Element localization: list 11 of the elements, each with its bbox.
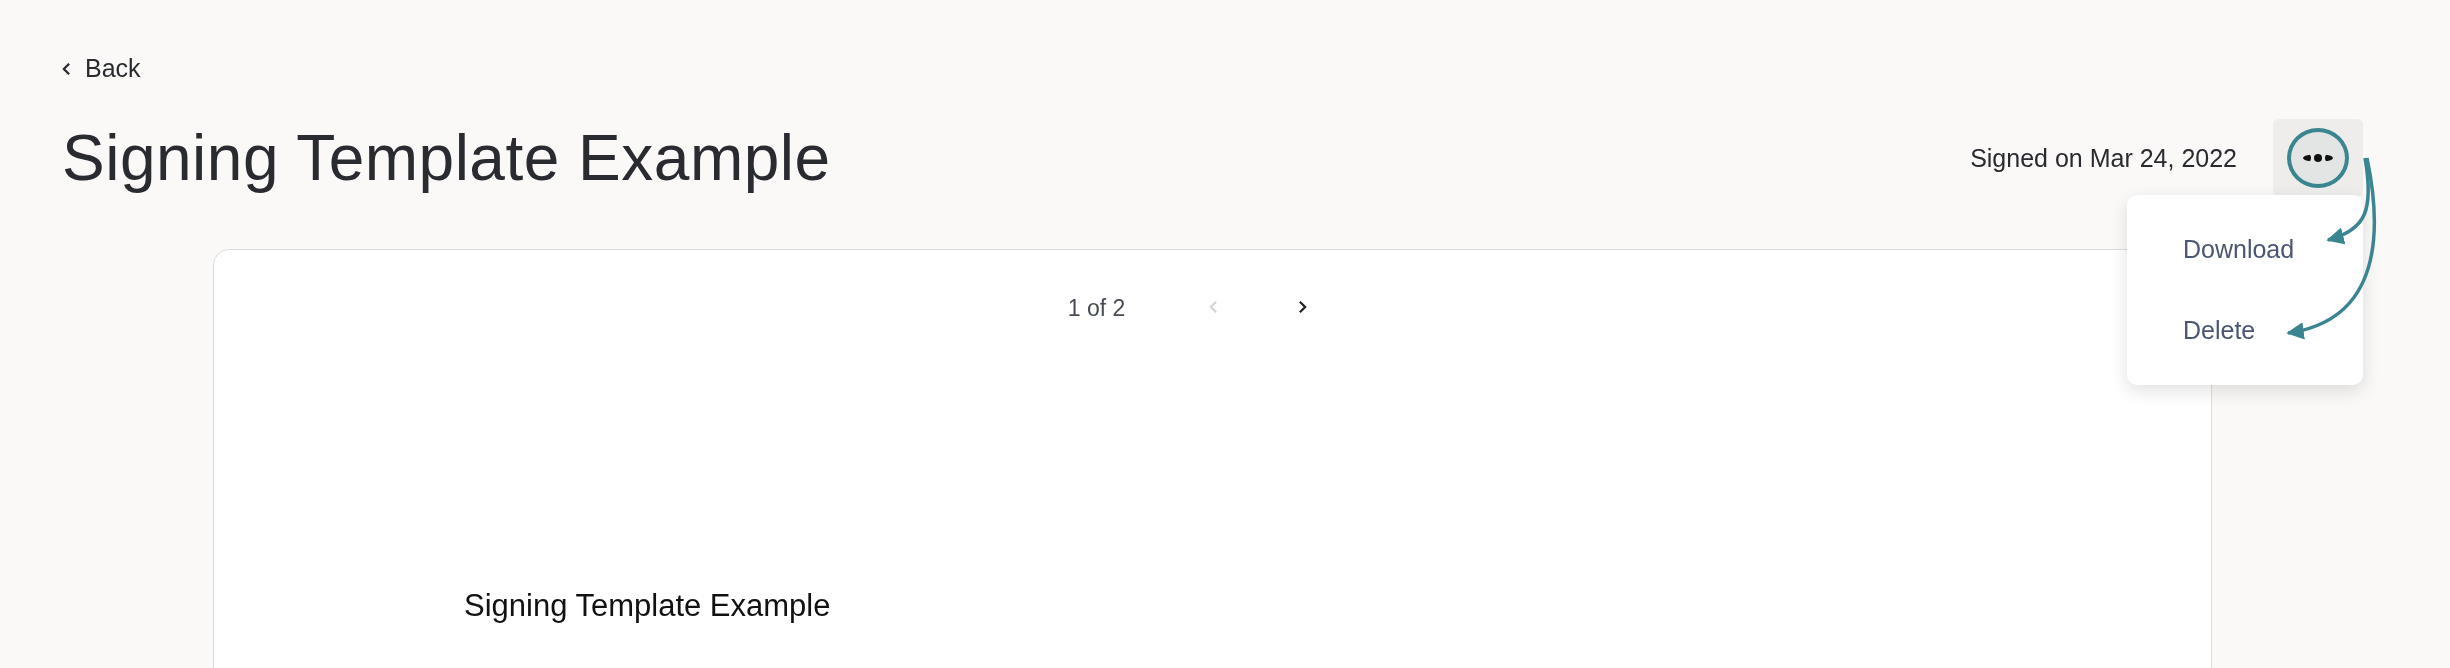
menu-item[interactable]: Delete: [2127, 308, 2256, 353]
chevron-right-icon: [1298, 300, 1308, 314]
more-button[interactable]: [2273, 119, 2363, 197]
menu-item[interactable]: Download: [2127, 227, 2295, 272]
back-link[interactable]: Back: [62, 54, 141, 83]
document-heading: Signing Template Example: [464, 588, 832, 624]
page-counter: 1 of 2: [1067, 295, 1126, 322]
signed-date: Signed on Mar 24, 2022: [1970, 143, 2237, 173]
page-title: Signing Template Example: [62, 121, 831, 195]
chevron-left-icon: [62, 61, 71, 76]
chevron-left-icon: [1209, 300, 1219, 314]
